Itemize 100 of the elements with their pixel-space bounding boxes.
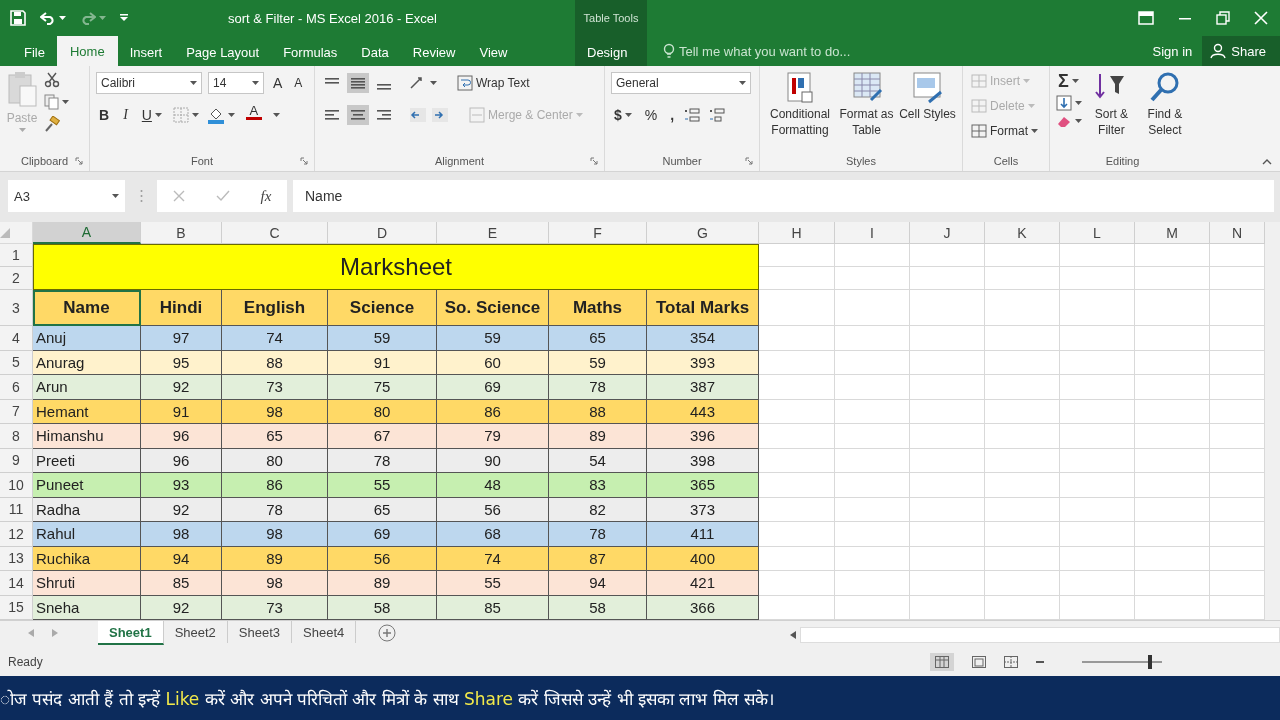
caret-icon[interactable] — [1075, 118, 1082, 124]
empty-cell[interactable] — [985, 595, 1060, 620]
column-header[interactable]: G — [647, 222, 759, 244]
empty-cell[interactable] — [1210, 326, 1265, 351]
dialog-launcher-icon[interactable] — [75, 157, 83, 165]
column-header[interactable]: M — [1135, 222, 1210, 244]
slider-thumb[interactable] — [1148, 655, 1152, 669]
empty-cell[interactable] — [1135, 522, 1210, 547]
empty-cell[interactable] — [985, 546, 1060, 571]
restore-icon[interactable] — [1216, 11, 1230, 25]
zoom-slider[interactable] — [1082, 655, 1162, 669]
save-icon[interactable] — [10, 10, 26, 26]
dialog-launcher-icon[interactable] — [745, 157, 753, 165]
sort-filter-button[interactable]: Sort & Filter — [1090, 70, 1133, 151]
column-header[interactable]: F — [549, 222, 647, 244]
row-header[interactable]: 13 — [0, 546, 33, 571]
empty-cell[interactable] — [1135, 473, 1210, 498]
percent-button[interactable]: % — [641, 104, 661, 126]
empty-cell[interactable] — [910, 375, 985, 400]
wrap-text-button[interactable]: Wrap Text — [455, 72, 532, 94]
vertical-scrollbar[interactable] — [1265, 222, 1280, 620]
sheet-tab[interactable]: Sheet2 — [163, 621, 228, 643]
empty-cell[interactable] — [1135, 448, 1210, 473]
empty-cell[interactable] — [910, 290, 985, 326]
ribbon-tab[interactable]: Data — [349, 38, 401, 66]
cells-button[interactable]: Format — [969, 120, 1040, 142]
empty-cell[interactable] — [1210, 571, 1265, 596]
caret-icon[interactable] — [252, 80, 259, 86]
enter-icon[interactable] — [215, 190, 230, 202]
page-layout-icon[interactable] — [972, 656, 986, 668]
column-header[interactable]: H — [759, 222, 835, 244]
empty-cell[interactable] — [985, 497, 1060, 522]
empty-cell[interactable] — [985, 473, 1060, 498]
caret-icon[interactable] — [112, 193, 119, 199]
column-header[interactable]: L — [1060, 222, 1135, 244]
name-box[interactable]: A3 — [8, 180, 125, 212]
caret-icon[interactable] — [272, 112, 280, 118]
empty-cell[interactable] — [985, 244, 1060, 267]
decrease-decimal-icon[interactable] — [709, 107, 728, 123]
empty-cell[interactable] — [910, 473, 985, 498]
empty-cell[interactable] — [1210, 399, 1265, 424]
empty-cell[interactable] — [1135, 326, 1210, 351]
empty-cell[interactable] — [985, 399, 1060, 424]
empty-cell[interactable] — [985, 326, 1060, 351]
underline-button[interactable]: U — [138, 104, 165, 126]
number-format-dropdown[interactable]: General — [611, 72, 751, 94]
empty-cell[interactable] — [910, 326, 985, 351]
caret-icon[interactable] — [227, 112, 235, 118]
empty-cell[interactable] — [910, 497, 985, 522]
empty-cell[interactable] — [910, 267, 985, 290]
empty-cell[interactable] — [1060, 571, 1135, 596]
redo-icon[interactable] — [80, 11, 96, 25]
caret-icon[interactable] — [62, 99, 69, 105]
ribbon-tab[interactable]: Formulas — [271, 38, 350, 66]
empty-cell[interactable] — [1210, 497, 1265, 522]
empty-cell[interactable] — [910, 424, 985, 449]
column-header[interactable]: A — [33, 222, 141, 244]
column-header[interactable]: J — [910, 222, 985, 244]
row-header[interactable]: 8 — [0, 424, 33, 449]
row-header[interactable]: 7 — [0, 399, 33, 424]
ribbon-display-icon[interactable] — [1138, 11, 1154, 25]
empty-cell[interactable] — [1060, 267, 1135, 290]
next-sheet-icon[interactable] — [52, 629, 58, 637]
close-icon[interactable] — [1254, 11, 1268, 25]
empty-cell[interactable] — [835, 448, 910, 473]
empty-cell[interactable] — [985, 350, 1060, 375]
empty-cell[interactable] — [910, 244, 985, 267]
empty-cell[interactable] — [759, 244, 835, 267]
currency-button[interactable]: $ — [611, 104, 635, 126]
empty-cell[interactable] — [835, 326, 910, 351]
empty-cell[interactable] — [759, 267, 835, 290]
empty-cell[interactable] — [985, 375, 1060, 400]
empty-cell[interactable] — [1210, 244, 1265, 267]
empty-cell[interactable] — [1060, 350, 1135, 375]
caret-icon[interactable] — [1071, 78, 1079, 84]
empty-cell[interactable] — [1135, 244, 1210, 267]
find-select-button[interactable]: Find & Select — [1140, 70, 1189, 151]
empty-cell[interactable] — [1135, 399, 1210, 424]
empty-cell[interactable] — [1060, 399, 1135, 424]
row-header[interactable]: 5 — [0, 350, 33, 375]
empty-cell[interactable] — [1060, 522, 1135, 547]
empty-cell[interactable] — [985, 522, 1060, 547]
insert-function-button[interactable]: fx — [260, 187, 272, 205]
fill-color-icon[interactable] — [206, 106, 225, 124]
empty-cell[interactable] — [1210, 350, 1265, 375]
empty-cell[interactable] — [835, 290, 910, 326]
row-header[interactable]: 12 — [0, 522, 33, 547]
empty-cell[interactable] — [835, 595, 910, 620]
empty-cell[interactable] — [985, 424, 1060, 449]
caret-icon[interactable] — [1075, 100, 1082, 106]
empty-cell[interactable] — [1210, 473, 1265, 498]
autosum-button[interactable]: Σ — [1056, 70, 1082, 92]
font-name-dropdown[interactable]: Calibri — [96, 72, 202, 94]
grow-font-button[interactable]: A — [270, 72, 286, 94]
empty-cell[interactable] — [1210, 290, 1265, 326]
empty-cell[interactable] — [910, 571, 985, 596]
empty-cell[interactable] — [835, 424, 910, 449]
empty-cell[interactable] — [1060, 326, 1135, 351]
styles-button[interactable]: Cell Styles — [899, 70, 956, 151]
sign-in-link[interactable]: Sign in — [1142, 43, 1203, 59]
